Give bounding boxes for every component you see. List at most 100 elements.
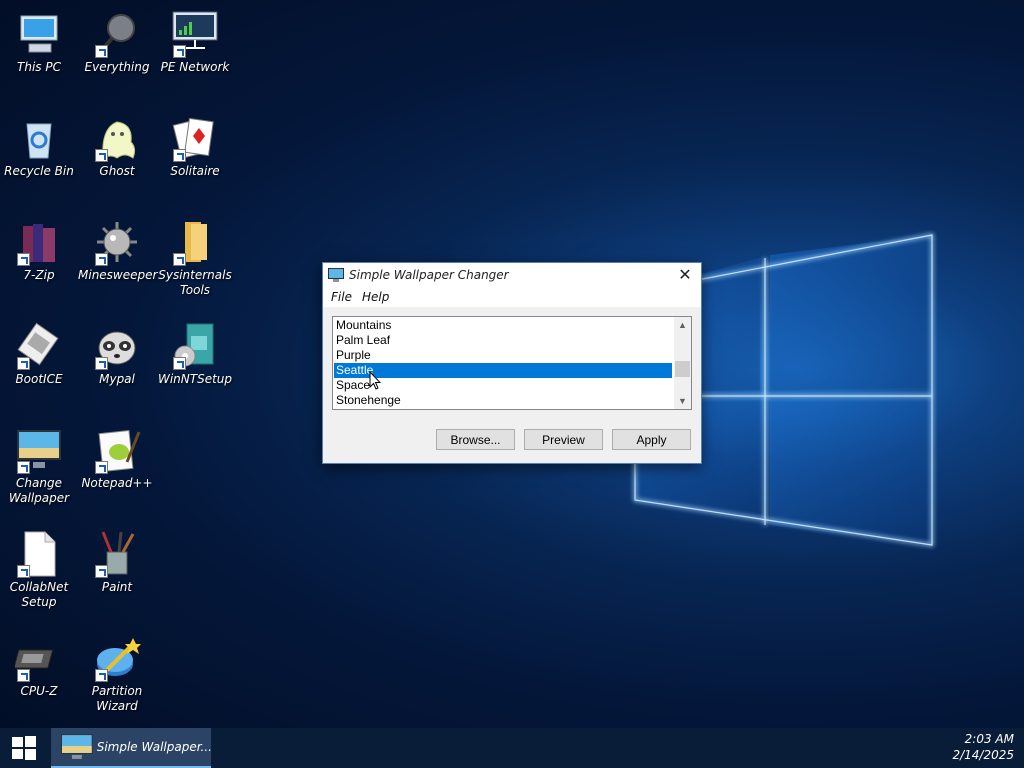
icon-label: Mypal	[99, 372, 135, 386]
shortcut-arrow-icon	[17, 669, 30, 682]
list-item[interactable]: Mountains	[334, 318, 672, 333]
list-item[interactable]: Stonehenge	[334, 393, 672, 408]
preview-button[interactable]: Preview	[524, 429, 603, 450]
shortcut-arrow-icon	[173, 45, 186, 58]
menu-bar: File Help	[323, 287, 701, 307]
list-item[interactable]: Space	[334, 378, 672, 393]
icon-label: 7-Zip	[23, 268, 55, 282]
icon-label: CPU-Z	[20, 684, 58, 698]
archive-icon	[15, 218, 63, 266]
shortcut-arrow-icon	[173, 253, 186, 266]
taskbar-app-wallpaper-changer[interactable]: Simple Wallpaper...	[51, 728, 211, 768]
menu-help[interactable]: Help	[357, 290, 394, 304]
system-clock[interactable]: 2:03 AM 2/14/2025	[934, 731, 1014, 763]
desktop-icon-collabnet-setup[interactable]: CollabNet Setup	[0, 530, 78, 610]
list-item-selected[interactable]: Seattle	[334, 363, 672, 378]
recycle-bin-icon	[15, 114, 63, 162]
desktop-icon-bootice[interactable]: BootICE	[0, 322, 78, 387]
icon-label: CollabNet Setup	[9, 580, 69, 609]
scroll-down-arrow-icon[interactable]: ▼	[674, 393, 691, 409]
title-bar[interactable]: Simple Wallpaper Changer ✕	[323, 263, 701, 287]
shortcut-arrow-icon	[17, 357, 30, 370]
icon-label: Change Wallpaper	[8, 476, 70, 505]
desktop-icon-pe-network[interactable]: PE Network	[156, 10, 234, 75]
clock-time: 2:03 AM	[964, 732, 1014, 746]
windows-logo-icon	[12, 736, 36, 760]
desktop-icon-change-wallpaper[interactable]: Change Wallpaper	[0, 426, 78, 506]
partition-wizard-icon	[93, 634, 141, 682]
raccoon-icon	[93, 322, 141, 370]
scroll-up-arrow-icon[interactable]: ▲	[674, 317, 691, 333]
folder-icon	[171, 218, 219, 266]
disk-tool-icon	[15, 322, 63, 370]
taskbar: Simple Wallpaper... 2:03 AM 2/14/2025	[0, 728, 1024, 768]
computer-icon	[15, 10, 63, 58]
list-item[interactable]: Purple	[334, 348, 672, 363]
icon-label: Everything	[84, 60, 150, 74]
notepad-icon	[93, 426, 141, 474]
clock-date: 2/14/2025	[952, 748, 1014, 762]
list-item[interactable]: Palm Leaf	[334, 333, 672, 348]
file-icon	[15, 530, 63, 578]
desktop-icon-partition-wizard[interactable]: Partition Wizard	[78, 634, 156, 714]
window-title: Simple Wallpaper Changer	[349, 268, 509, 282]
icon-label: Paint	[101, 580, 133, 594]
desktop-icon-minesweeper[interactable]: Minesweeper	[78, 218, 157, 283]
shortcut-arrow-icon	[17, 565, 30, 578]
icon-label: WinNTSetup	[157, 372, 233, 386]
apply-button[interactable]: Apply	[612, 429, 691, 450]
network-icon	[171, 10, 219, 58]
shortcut-arrow-icon	[17, 253, 30, 266]
close-icon[interactable]: ✕	[669, 263, 701, 287]
icon-label: Recycle Bin	[4, 164, 74, 178]
shortcut-arrow-icon	[173, 149, 186, 162]
desktop-icon-this-pc[interactable]: This PC	[0, 10, 78, 75]
shortcut-arrow-icon	[95, 669, 108, 682]
ghost-icon	[93, 114, 141, 162]
icon-label: Notepad++	[81, 476, 153, 490]
desktop-icon-solitaire[interactable]: Solitaire	[156, 114, 234, 179]
shortcut-arrow-icon	[95, 357, 108, 370]
mine-icon	[93, 218, 141, 266]
shortcut-arrow-icon	[95, 149, 108, 162]
desktop-icon-everything[interactable]: Everything	[78, 10, 156, 75]
desktop-icon-recycle-bin[interactable]: Recycle Bin	[0, 114, 78, 179]
icon-label: BootICE	[15, 372, 63, 386]
icon-label: Partition Wizard	[91, 684, 143, 713]
desktop-icon-7zip[interactable]: 7-Zip	[0, 218, 78, 283]
cards-icon	[171, 114, 219, 162]
mouse-cursor-icon	[369, 371, 381, 390]
cpu-icon	[15, 634, 63, 682]
shortcut-arrow-icon	[95, 565, 108, 578]
shortcut-arrow-icon	[95, 253, 108, 266]
icon-label: Sysinternals Tools	[158, 268, 232, 297]
app-monitor-icon	[328, 268, 344, 282]
desktop-icon-notepad-plus-plus[interactable]: Notepad++	[78, 426, 156, 491]
desktop-icon-ghost[interactable]: Ghost	[78, 114, 156, 179]
icon-label: This PC	[17, 60, 61, 74]
magnifier-icon	[93, 10, 141, 58]
wallpaper-changer-window: Simple Wallpaper Changer ✕ File Help Mou…	[322, 262, 702, 464]
setup-icon	[171, 322, 219, 370]
desktop-icon-paint[interactable]: Paint	[78, 530, 156, 595]
paint-icon	[93, 530, 141, 578]
start-button[interactable]	[0, 728, 48, 768]
menu-file[interactable]: File	[326, 290, 357, 304]
scroll-thumb[interactable]	[675, 361, 690, 377]
shortcut-arrow-icon	[173, 357, 186, 370]
shortcut-arrow-icon	[95, 461, 108, 474]
desktop-icon-winntsetup[interactable]: WinNTSetup	[156, 322, 234, 387]
shortcut-arrow-icon	[17, 461, 30, 474]
vertical-scrollbar[interactable]: ▲ ▼	[674, 317, 691, 409]
icon-label: Ghost	[99, 164, 135, 178]
shortcut-arrow-icon	[95, 45, 108, 58]
browse-button[interactable]: Browse...	[436, 429, 515, 450]
desktop-icon-mypal[interactable]: Mypal	[78, 322, 156, 387]
monitor-icon	[61, 734, 93, 759]
icon-label: Solitaire	[170, 164, 220, 178]
wallpaper-list[interactable]: Mountains Palm Leaf Purple Seattle Space…	[332, 316, 692, 410]
monitor-icon	[15, 426, 63, 474]
desktop-icon-cpu-z[interactable]: CPU-Z	[0, 634, 78, 699]
desktop-icon-sysinternals-tools[interactable]: Sysinternals Tools	[156, 218, 234, 298]
taskbar-app-label: Simple Wallpaper...	[96, 740, 211, 754]
